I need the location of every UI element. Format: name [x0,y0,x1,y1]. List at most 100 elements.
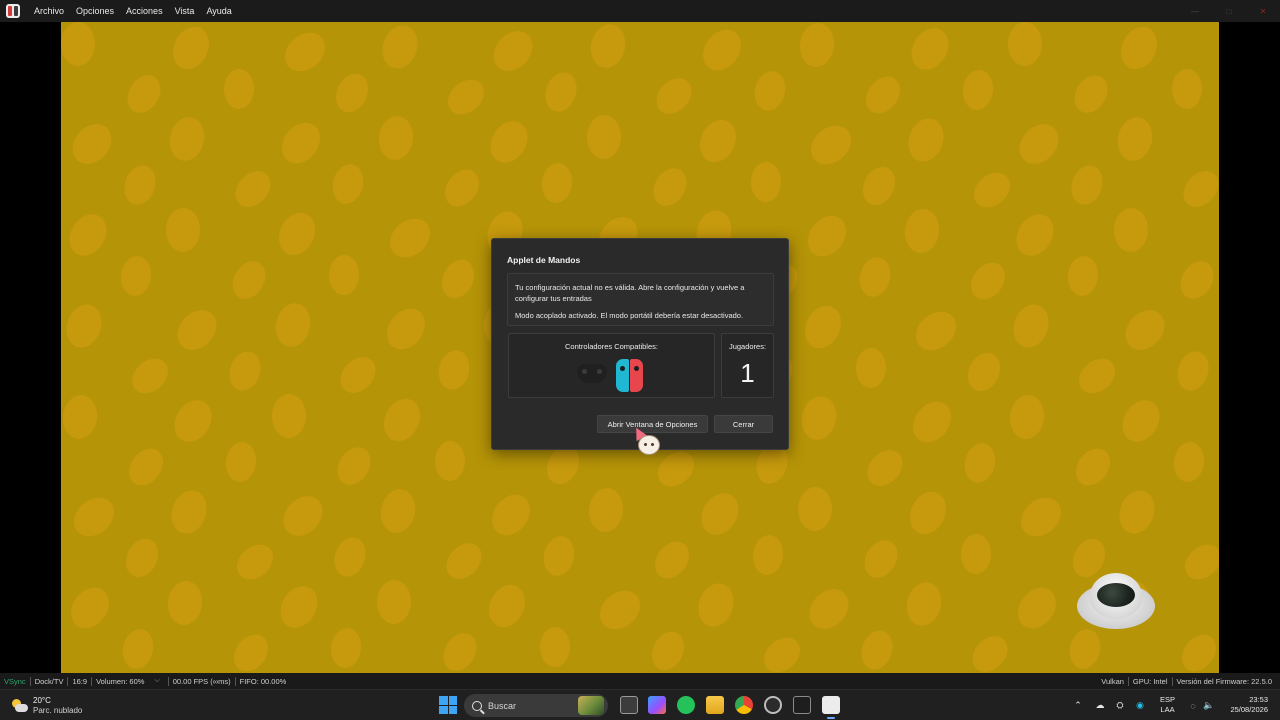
steam-icon[interactable] [764,696,782,714]
players-label: Jugadores: [728,342,767,351]
background-blob [329,625,364,670]
background-blob [230,537,281,586]
volume-control[interactable]: Volumen: 60% [92,677,148,686]
background-blob [436,626,483,673]
maximize-button[interactable]: □ [1212,0,1246,22]
background-blob [967,165,1018,214]
background-blob [750,67,789,114]
aspect-ratio-toggle[interactable]: 16:9 [68,677,91,686]
background-blob [1177,537,1219,586]
close-dialog-button[interactable]: Cerrar [714,415,773,433]
background-blob [856,625,898,673]
background-blob [1171,68,1202,109]
task-view-icon[interactable] [620,696,638,714]
background-blob [1114,22,1164,76]
app-logo-icon [6,4,20,18]
background-blob [1008,22,1043,67]
chevron-up-icon[interactable]: ⌃ [1072,700,1084,712]
file-explorer-icon[interactable] [706,696,724,714]
quick-settings[interactable]: ◌ 🔈 [1187,690,1215,720]
emulator-taskbar-icon[interactable] [822,696,840,719]
gpu-info: GPU: Intel [1132,676,1168,686]
firmware-version: Versión del Firmware: 22.5.0 [1176,676,1272,686]
terminal-icon[interactable] [793,696,811,714]
players-panel: Jugadores: 1 [721,333,774,398]
background-blob [964,255,1013,306]
background-blob [165,207,201,253]
background-blob [64,116,120,172]
weather-description: Parc. nublado [33,706,83,715]
food-bowl-image [1077,573,1155,633]
background-blob [960,439,1000,486]
background-blob [1171,346,1214,395]
app-tray-icon[interactable]: ◉ [1134,700,1146,712]
background-blob [435,254,480,303]
chevron-down-icon[interactable]: ⌵ [154,677,159,685]
taskbar-clock[interactable]: 23:53 25/08/2026 [1222,695,1268,715]
dock-mode-toggle[interactable]: Dock/TV [31,677,68,686]
close-window-button[interactable]: ✕ [1246,0,1280,22]
background-blob [1114,393,1167,449]
chrome-icon[interactable] [735,696,753,714]
background-blob [857,533,904,584]
background-blob [646,626,691,673]
background-blob [271,393,306,439]
search-highlight-image [578,696,604,715]
background-blob [965,628,1015,673]
start-button[interactable] [439,696,457,714]
background-blob [801,581,857,637]
background-blob [167,393,220,449]
background-blob [1009,207,1062,263]
language-secondary: LAA [1160,705,1175,714]
background-blob [223,439,259,484]
menu-vista[interactable]: Vista [169,0,201,22]
clock-time: 23:53 [1249,695,1268,704]
background-blob [440,72,491,121]
background-blob [750,161,781,202]
background-blob [271,299,315,351]
background-blob [66,489,122,545]
menu-ayuda[interactable]: Ayuda [200,0,237,22]
background-blob [797,486,833,532]
onedrive-icon[interactable]: ☁ [1094,700,1106,712]
background-blob [1174,627,1219,673]
background-blob [376,579,412,625]
weather-widget[interactable]: 20°C Parc. nublado [12,694,82,718]
background-blob [960,67,996,112]
mouse-cursor-icon [630,424,664,461]
background-blob [1176,163,1219,214]
background-blob [376,114,416,162]
background-blob [860,442,910,493]
background-blob [273,115,328,171]
background-blob [119,160,161,209]
background-blob [333,349,384,400]
background-blob [856,161,901,210]
background-blob [1113,207,1149,253]
background-blob [902,113,950,167]
partly-cloudy-icon [12,699,28,713]
background-blob [378,301,433,357]
vsync-toggle[interactable]: VSync [0,677,30,686]
menu-acciones[interactable]: Acciones [120,0,169,22]
background-blob [797,22,837,69]
minimize-button[interactable]: — [1178,0,1212,22]
input-language-indicator[interactable]: ESP LAA [1160,695,1175,715]
menu-opciones[interactable]: Opciones [70,0,120,22]
taskbar-search[interactable]: Buscar [464,694,608,717]
copilot-icon[interactable] [648,696,666,714]
menu-archivo[interactable]: Archivo [28,0,70,22]
emulator-status-bar: VSync Dock/TV 16:9 Volumen: 60% ⌵ 00.00 … [0,673,1280,689]
network-activity-icon[interactable]: ⛭ [1114,700,1126,712]
background-blob [693,486,746,542]
background-blob [1069,441,1118,492]
background-blob [586,22,630,72]
whatsapp-icon[interactable] [677,696,695,714]
background-blob [121,441,170,492]
graphics-backend[interactable]: Vulkan [1097,677,1128,686]
background-blob [169,302,225,358]
background-blob [539,160,575,205]
background-blob [484,487,538,543]
background-blob [1173,254,1219,305]
volume-icon: 🔈 [1203,700,1215,710]
background-blob [272,579,325,635]
